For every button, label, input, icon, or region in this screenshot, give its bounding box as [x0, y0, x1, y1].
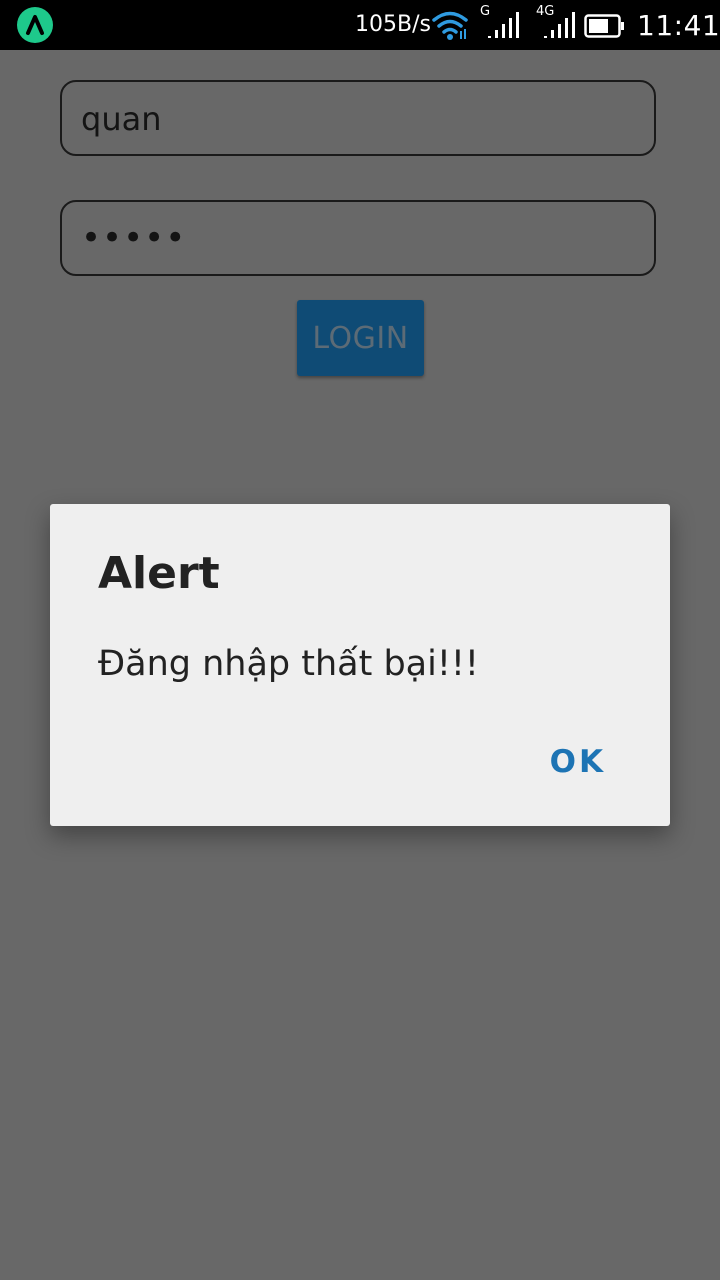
- username-field[interactable]: quan: [60, 80, 656, 156]
- app-badge-icon: [17, 7, 53, 43]
- signal-icon: [488, 12, 519, 38]
- dialog-message: Đăng nhập thất bại!!!: [98, 644, 479, 684]
- password-value: •••••: [81, 218, 187, 258]
- ok-button[interactable]: OK: [550, 744, 606, 780]
- dialog-title: Alert: [98, 548, 220, 599]
- password-field[interactable]: •••••: [60, 200, 656, 276]
- battery-icon: [584, 14, 624, 38]
- signal-icon: [544, 12, 575, 38]
- alert-dialog: Alert Đăng nhập thất bại!!! OK: [50, 504, 670, 826]
- status-bar: 105B/s G 4G 11:41: [0, 0, 720, 50]
- username-value: quan: [81, 100, 162, 138]
- network-speed: 105B/s: [355, 12, 431, 37]
- clock: 11:41: [637, 9, 720, 42]
- login-button[interactable]: LOGIN: [297, 300, 424, 376]
- wifi-icon: [432, 11, 468, 40]
